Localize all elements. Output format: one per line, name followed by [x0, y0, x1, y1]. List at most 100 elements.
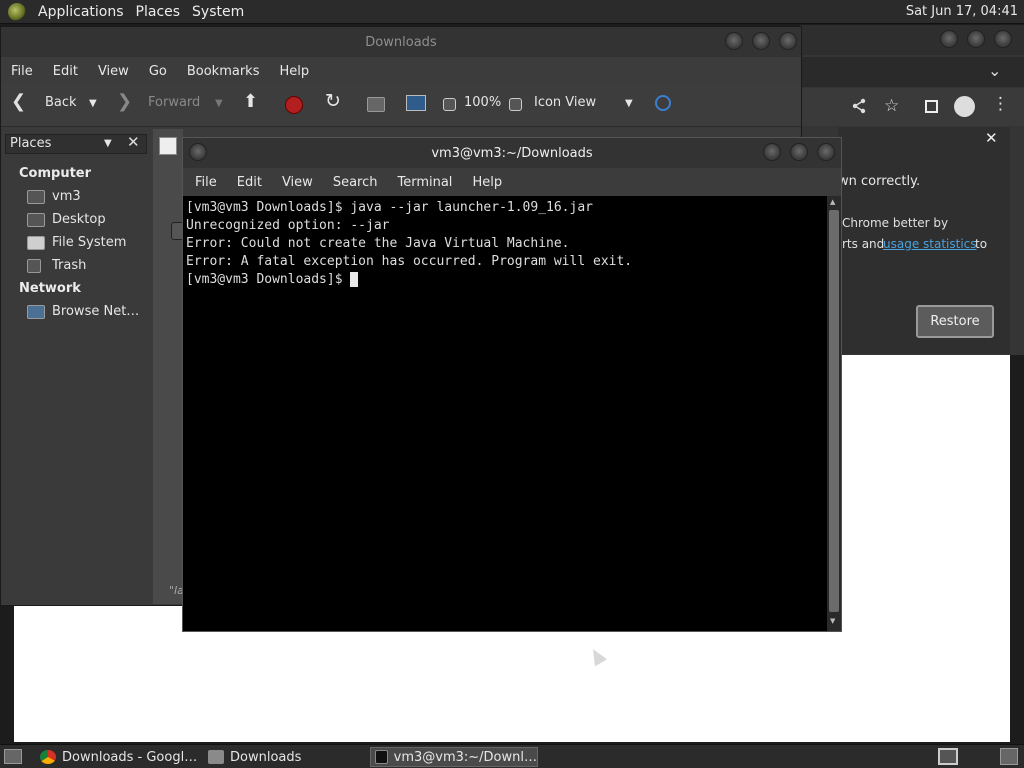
- network-header: Network: [19, 281, 81, 296]
- terminal-menu-help[interactable]: Help: [462, 175, 512, 190]
- fm-menu-help[interactable]: Help: [269, 64, 319, 79]
- usage-statistics-link[interactable]: usage statistics: [883, 237, 977, 251]
- terminal-menu-search[interactable]: Search: [323, 175, 388, 190]
- terminal-menu-terminal[interactable]: Terminal: [387, 175, 462, 190]
- terminal-window: vm3@vm3:~/Downloads File Edit View Searc…: [182, 137, 842, 632]
- sidebar-item-trash[interactable]: Trash: [27, 258, 86, 273]
- home-folder-icon: [27, 189, 45, 204]
- chrome-minimize-button[interactable]: [940, 30, 958, 48]
- taskbar-item-label: vm3@vm3:~/Downl…: [393, 749, 537, 765]
- bookmark-star-icon[interactable]: ☆: [884, 96, 899, 116]
- computer-header: Computer: [19, 166, 92, 181]
- chrome-maximize-button[interactable]: [967, 30, 985, 48]
- reload-icon[interactable]: ↻: [325, 90, 341, 112]
- edit-location-icon[interactable]: [159, 137, 177, 155]
- infobar-text-2: Chrome better by: [842, 216, 949, 230]
- terminal-scrollbar[interactable]: ▲ ▼: [827, 196, 841, 631]
- profile-avatar-icon[interactable]: [954, 96, 975, 117]
- places-selector[interactable]: Places ▼: [5, 134, 147, 154]
- fm-menu-go[interactable]: Go: [139, 64, 177, 79]
- back-arrow-icon[interactable]: ❮: [11, 91, 26, 112]
- sidebar-item-label: Browse Net…: [52, 304, 140, 319]
- show-desktop-icon[interactable]: [4, 749, 22, 764]
- fm-close-button[interactable]: [779, 32, 797, 50]
- system-menu[interactable]: System: [186, 4, 250, 20]
- terminal-line: Unrecognized option: --jar: [186, 218, 390, 233]
- fm-toolbar: ❮ Back ▼ ❯ Forward ▼ ⬆ ↻ 100% Icon View …: [1, 85, 801, 127]
- back-history-dropdown-icon[interactable]: ▼: [89, 98, 97, 109]
- terminal-prompt-line: [vm3@vm3 Downloads]$: [186, 271, 824, 289]
- fm-menu-bookmarks[interactable]: Bookmarks: [177, 64, 270, 79]
- applications-menu[interactable]: Applications: [32, 4, 130, 20]
- view-mode-dropdown-icon[interactable]: ▼: [625, 98, 633, 109]
- places-menu[interactable]: Places: [130, 4, 187, 20]
- fm-menu-file[interactable]: File: [1, 64, 43, 79]
- fm-maximize-button[interactable]: [752, 32, 770, 50]
- home-icon[interactable]: [367, 97, 385, 112]
- workspace-switcher[interactable]: [938, 748, 958, 765]
- infobar-text-1: wn correctly.: [838, 174, 921, 189]
- menu-logo-icon[interactable]: [8, 2, 26, 21]
- zoom-out-icon[interactable]: [443, 98, 456, 111]
- forward-button[interactable]: Forward: [148, 95, 200, 110]
- scroll-down-arrow-icon[interactable]: ▼: [830, 617, 835, 625]
- terminal-line: Error: Could not create the Java Virtual…: [186, 236, 570, 251]
- sidepanel-icon[interactable]: [925, 100, 938, 113]
- taskbar-item-label: Downloads: [230, 749, 302, 765]
- zoom-in-icon[interactable]: [509, 98, 522, 111]
- terminal-menu-file[interactable]: File: [185, 175, 227, 190]
- terminal-close-button[interactable]: [817, 143, 835, 161]
- search-icon[interactable]: [655, 95, 671, 111]
- chrome-close-button[interactable]: [994, 30, 1012, 48]
- sidebar-item-browse-network[interactable]: Browse Net…: [27, 304, 139, 319]
- fm-window-title: Downloads: [365, 34, 437, 50]
- places-dropdown-icon[interactable]: ▼: [104, 138, 112, 149]
- taskbar-item-terminal[interactable]: vm3@vm3:~/Downl…: [370, 747, 538, 767]
- infobar-text-4: to: [975, 237, 988, 251]
- sidebar-item-vm3[interactable]: vm3: [27, 189, 81, 204]
- trash-icon: [27, 258, 41, 273]
- up-arrow-icon[interactable]: ⬆: [243, 91, 258, 112]
- terminal-scrollbar-thumb[interactable]: [829, 210, 839, 612]
- terminal-menu-view[interactable]: View: [272, 175, 323, 190]
- chrome-restore-infobar: ✕ wn correctly. Chrome better by rts and…: [838, 127, 1010, 354]
- terminal-minimize-button[interactable]: [763, 143, 781, 161]
- clock[interactable]: Sat Jun 17, 04:41: [906, 4, 1018, 19]
- computer-icon[interactable]: [406, 95, 426, 111]
- taskbar-item-downloads[interactable]: Downloads: [204, 747, 364, 767]
- chrome-titlebar: [800, 25, 1024, 55]
- infobar-text-3: rts and: [842, 237, 885, 251]
- chevron-down-icon[interactable]: ⌄: [988, 61, 1001, 80]
- drive-icon: [27, 235, 45, 250]
- sidebar-item-file-system[interactable]: File System: [27, 235, 126, 250]
- terminal-titlebar[interactable]: vm3@vm3:~/Downloads: [183, 138, 841, 168]
- fm-minimize-button[interactable]: [725, 32, 743, 50]
- terminal-prompt: [vm3@vm3 Downloads]$: [186, 272, 351, 287]
- view-mode-select[interactable]: Icon View: [534, 95, 596, 110]
- network-icon: [27, 304, 45, 319]
- fm-titlebar[interactable]: Downloads: [1, 27, 801, 57]
- terminal-window-title: vm3@vm3:~/Downloads: [431, 145, 593, 161]
- stop-icon[interactable]: [285, 96, 303, 114]
- terminal-menu-button[interactable]: [189, 143, 207, 161]
- sidebar-item-desktop[interactable]: Desktop: [27, 212, 106, 227]
- more-menu-icon[interactable]: ⋮: [992, 94, 1009, 114]
- fm-menu-edit[interactable]: Edit: [43, 64, 88, 79]
- trash-applet-icon[interactable]: [1000, 748, 1018, 765]
- places-label: Places: [10, 136, 52, 151]
- fm-menu-view[interactable]: View: [88, 64, 139, 79]
- back-button[interactable]: Back: [45, 95, 77, 110]
- restore-button[interactable]: Restore: [916, 305, 994, 338]
- infobar-close-icon[interactable]: ✕: [985, 129, 998, 147]
- scroll-up-arrow-icon[interactable]: ▲: [830, 198, 835, 206]
- terminal-output[interactable]: [vm3@vm3 Downloads]$ java --jar launcher…: [183, 196, 827, 631]
- sidebar-item-label: Trash: [52, 258, 87, 273]
- top-panel: Applications Places System Sat Jun 17, 0…: [0, 0, 1024, 24]
- taskbar-item-chrome[interactable]: Downloads - Googl…: [36, 747, 200, 767]
- sidebar-close-icon[interactable]: ✕: [127, 133, 140, 151]
- share-icon[interactable]: [851, 98, 867, 114]
- terminal-menu-edit[interactable]: Edit: [227, 175, 272, 190]
- forward-arrow-icon[interactable]: ❯: [117, 91, 132, 112]
- forward-history-dropdown-icon[interactable]: ▼: [215, 98, 223, 109]
- terminal-maximize-button[interactable]: [790, 143, 808, 161]
